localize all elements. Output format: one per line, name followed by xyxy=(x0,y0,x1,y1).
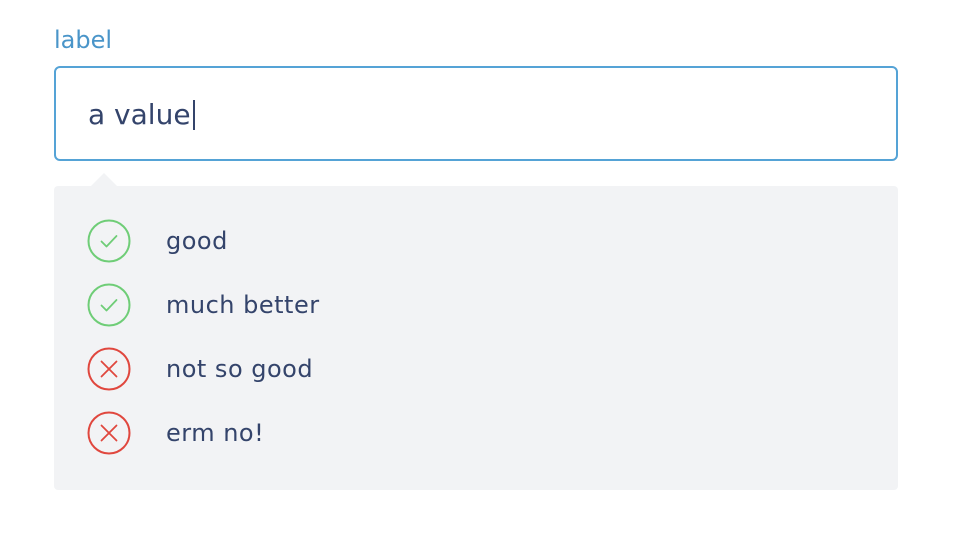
text-input[interactable]: a value xyxy=(54,66,898,161)
input-value-wrapper[interactable]: a value xyxy=(88,97,195,133)
validation-panel: good much better not so good erm no! xyxy=(54,173,898,490)
check-circle-icon xyxy=(87,283,131,327)
field-label: label xyxy=(54,26,113,54)
rule-list: good much better not so good erm no! xyxy=(87,219,320,475)
rule-label: not so good xyxy=(166,355,314,383)
rule-label: erm no! xyxy=(166,419,265,447)
rule-label: much better xyxy=(166,291,320,319)
cross-circle-icon xyxy=(87,411,131,455)
rule-item: not so good xyxy=(87,347,320,391)
rule-item: good xyxy=(87,219,320,263)
cross-circle-icon xyxy=(87,347,131,391)
rule-item: erm no! xyxy=(87,411,320,455)
check-circle-icon xyxy=(87,219,131,263)
rule-label: good xyxy=(166,227,228,255)
input-value[interactable]: a value xyxy=(88,97,191,133)
text-caret xyxy=(192,100,195,130)
rule-item: much better xyxy=(87,283,320,327)
panel-pointer xyxy=(90,173,118,187)
